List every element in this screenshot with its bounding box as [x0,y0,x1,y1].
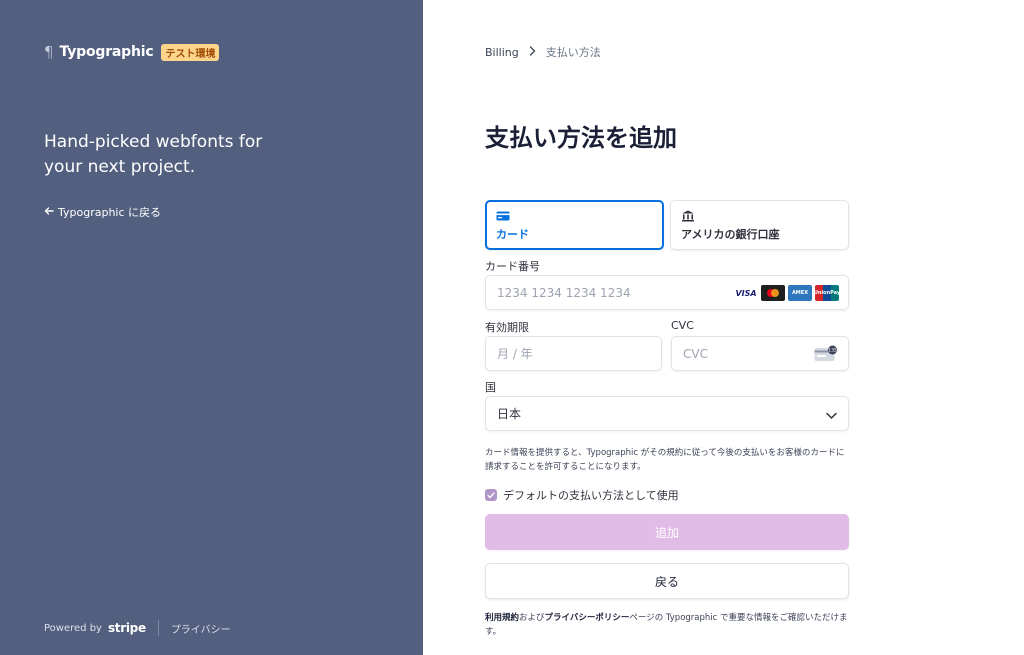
add-button[interactable]: 追加 [485,514,849,550]
expiry-input[interactable]: 月 / 年 [485,336,662,371]
breadcrumb-billing[interactable]: Billing [485,46,519,59]
expiry-label: 有効期限 [485,321,529,334]
chevron-down-icon [826,409,837,423]
amex-icon: AMEX [788,285,812,301]
privacy-link[interactable]: プライバシー [171,621,231,636]
default-payment-label: デフォルトの支払い方法として使用 [503,489,679,502]
page-title: 支払い方法を追加 [485,124,677,152]
tagline: Hand-picked webfonts for your next proje… [44,132,263,177]
breadcrumb-current: 支払い方法 [545,46,601,59]
stripe-logo[interactable]: stripe [108,621,146,635]
footer-divider [157,620,159,636]
mandate-text: カード情報を提供すると、Typographic がその規約に従って今後の支払いを… [485,448,845,472]
card-number-input[interactable]: 1234 1234 1234 1234 VISA AMEX UnionPay [485,275,849,310]
tab-card[interactable]: カード [485,200,664,250]
arrow-left-icon [44,206,54,219]
brand-name: Typographic [59,44,154,60]
checkout-panel: Billing 支払い方法 支払い方法を追加 カード アメリカの銀行口座 カード… [423,0,1024,655]
terms-link[interactable]: 利用規約 [485,613,519,623]
visa-icon: VISA [734,285,758,301]
cvc-label: CVC [671,319,694,332]
chevron-right-icon [529,45,536,59]
default-payment-checkbox-row[interactable]: デフォルトの支払い方法として使用 [485,487,679,503]
footer: Powered by stripe プライバシー [44,620,231,636]
terms-text: 利用規約およびプライバシーポリシーページの Typographic で重要な情報… [485,611,855,639]
powered-by-label: Powered by [44,622,102,634]
country-value: 日本 [497,407,522,421]
cvc-placeholder: CVC [683,346,708,361]
back-to-merchant-link[interactable]: Typographic に戻る [44,204,161,220]
expiry-placeholder: 月 / 年 [497,347,533,361]
breadcrumb: Billing 支払い方法 [485,44,601,60]
svg-text:135: 135 [828,348,837,354]
country-select[interactable]: 日本 [485,396,849,431]
checkbox-checked-icon[interactable] [485,489,497,501]
test-mode-badge: テスト環境 [161,43,220,61]
tab-us-bank-label: アメリカの銀行口座 [681,228,780,241]
pilcrow-icon: ¶ [44,43,54,61]
country-label: 国 [485,381,496,394]
card-number-placeholder: 1234 1234 1234 1234 [497,285,631,300]
mastercard-icon [761,285,785,301]
tab-us-bank[interactable]: アメリカの銀行口座 [670,200,849,250]
brand: ¶ Typographic テスト環境 [44,43,220,61]
unionpay-icon: UnionPay [814,285,840,301]
tab-card-label: カード [496,228,529,241]
card-icon [496,209,653,223]
privacy-policy-link[interactable]: プライバシーポリシー [545,613,630,623]
card-brands: VISA AMEX UnionPay [734,285,840,301]
payment-method-tabs: カード アメリカの銀行口座 [485,200,849,250]
bank-icon [681,209,838,223]
cvc-input[interactable]: CVC 135 [671,336,849,371]
card-number-label: カード番号 [485,260,540,273]
back-button[interactable]: 戻る [485,563,849,599]
terms-and: および [519,613,545,623]
merchant-panel: ¶ Typographic テスト環境 Hand-picked webfonts… [0,0,423,655]
cvc-hint-icon: 135 [814,345,838,365]
back-link-label: Typographic に戻る [58,206,162,219]
